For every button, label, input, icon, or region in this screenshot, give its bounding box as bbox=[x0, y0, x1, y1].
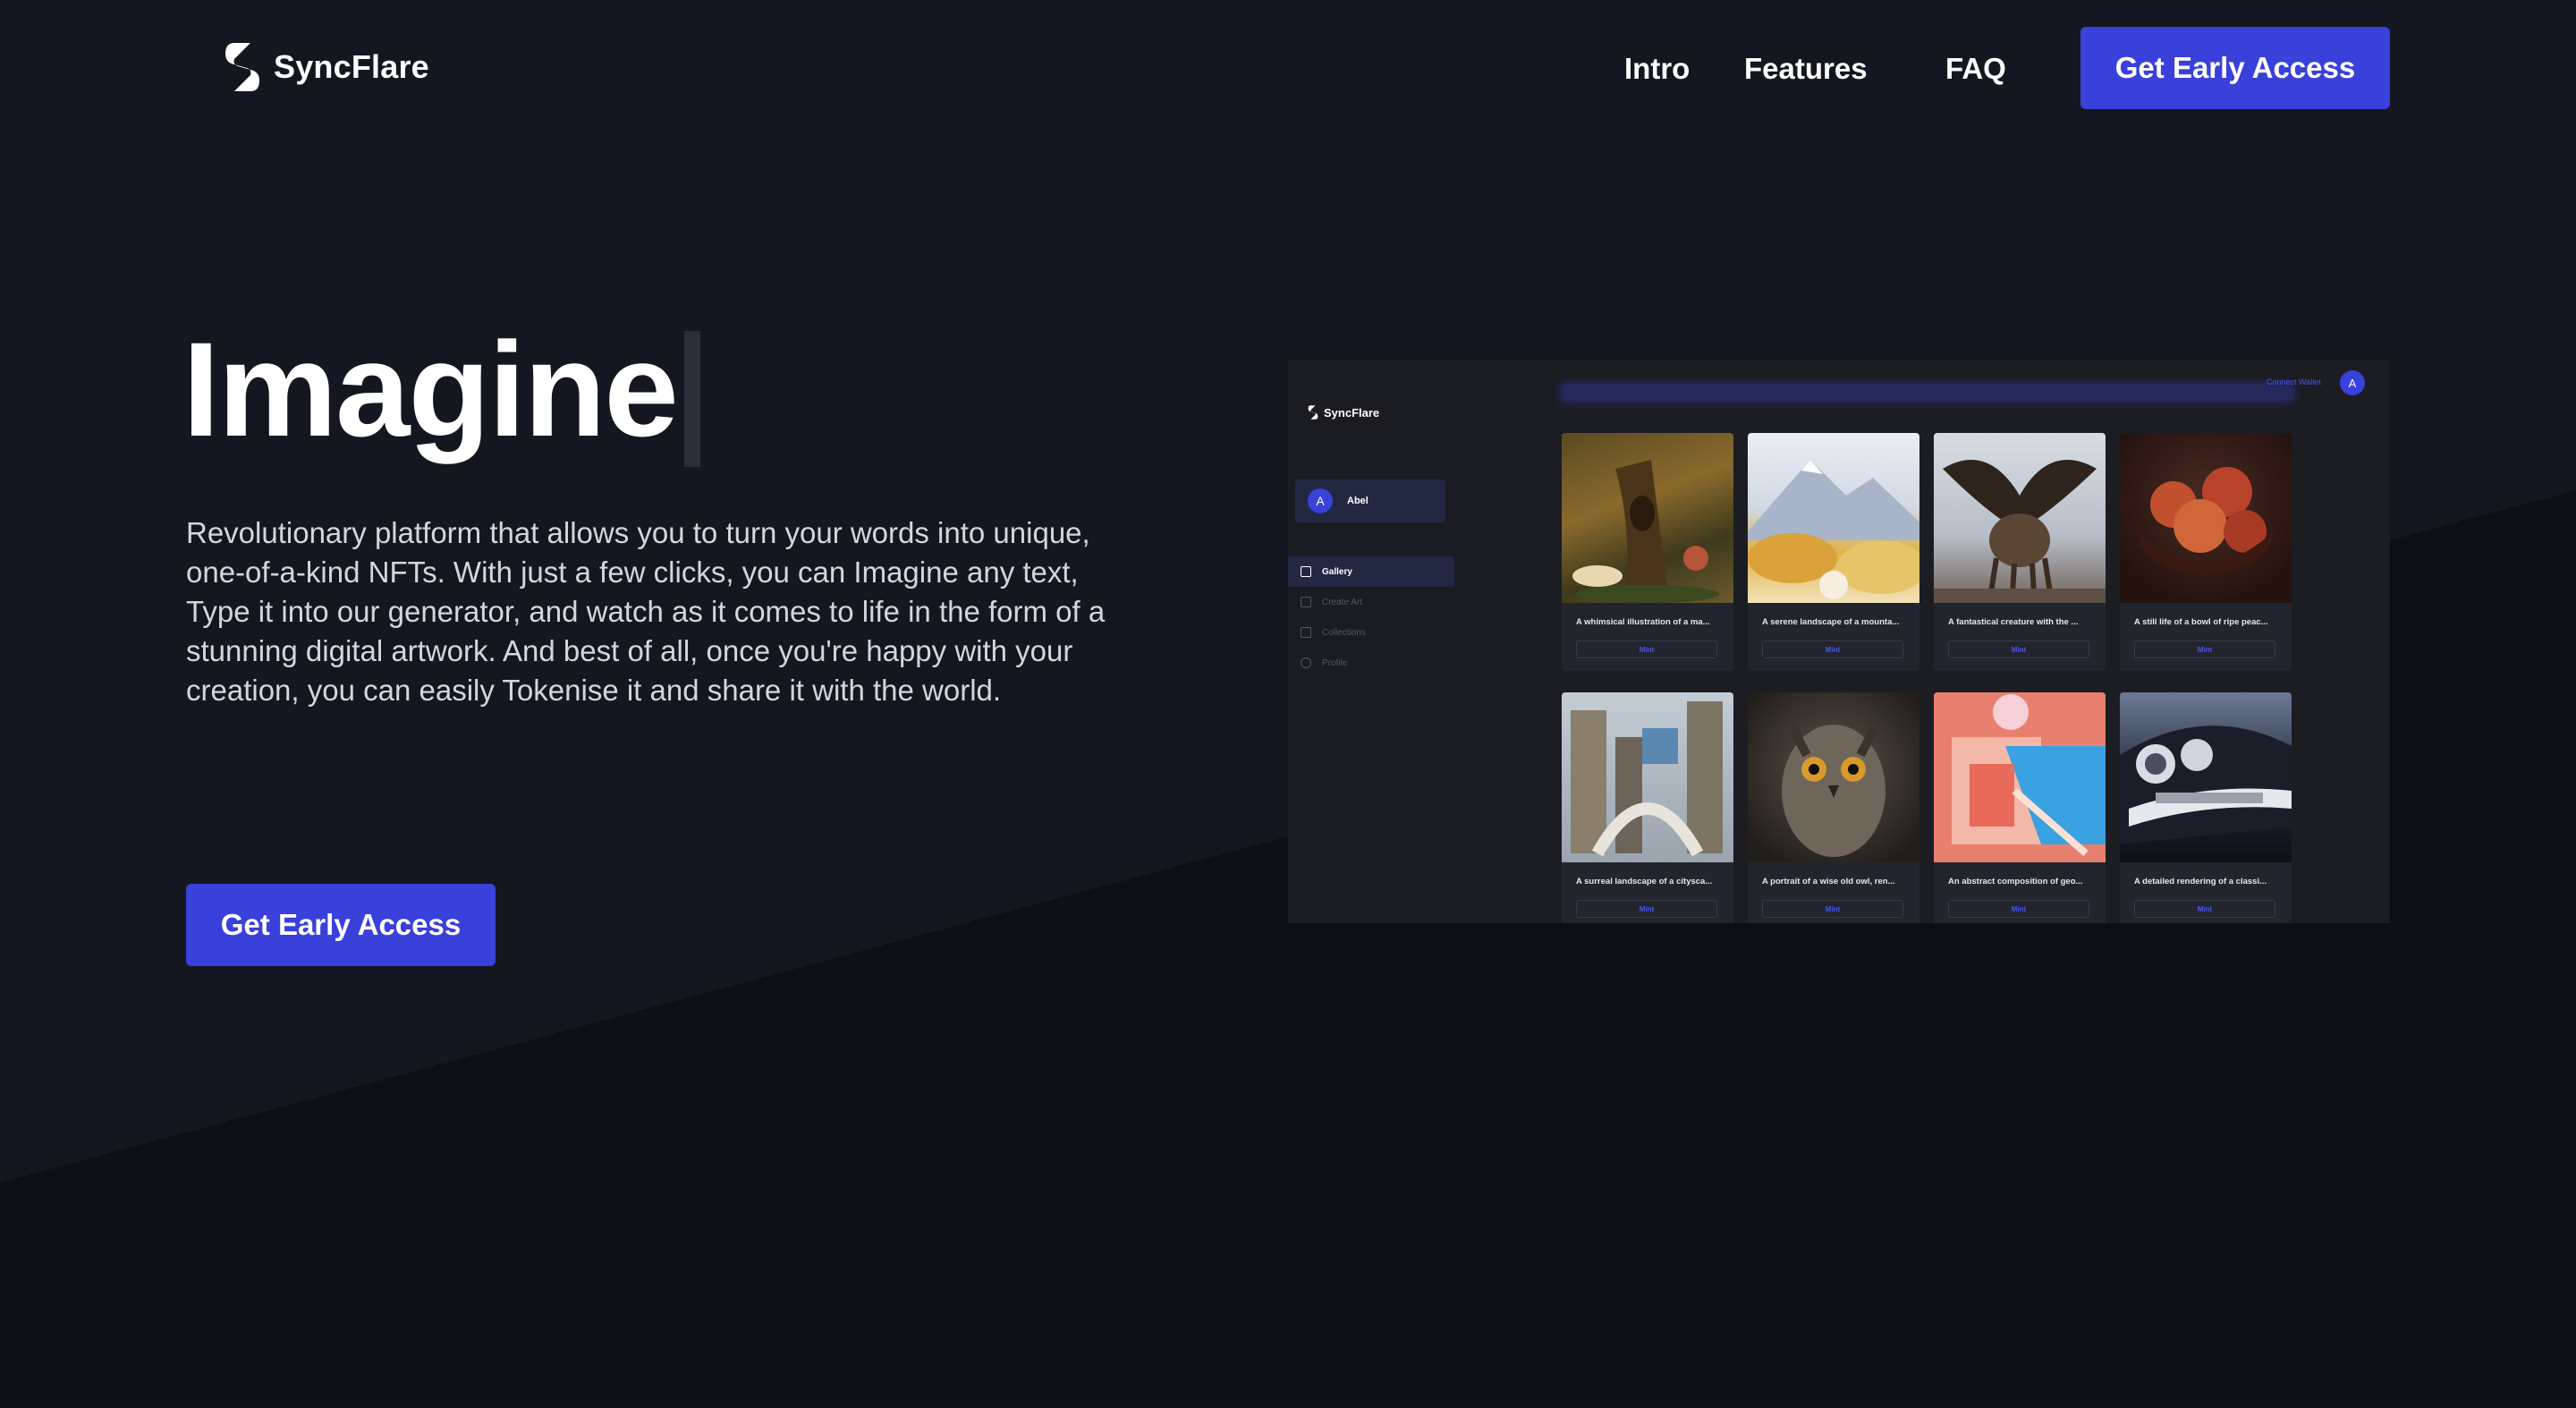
artwork-image bbox=[2120, 692, 2292, 862]
collection-icon bbox=[1301, 627, 1311, 638]
gallery-card[interactable]: A serene landscape of a mounta... Mint bbox=[1748, 433, 1919, 671]
card-caption: A detailed rendering of a classi... bbox=[2134, 877, 2267, 886]
image-icon bbox=[1301, 566, 1311, 577]
profile-icon bbox=[1301, 657, 1311, 668]
brand-logo[interactable]: SyncFlare bbox=[224, 41, 429, 93]
gallery-card[interactable]: A surreal landscape of a citysca... Mint bbox=[1562, 692, 1733, 923]
gallery-card[interactable]: A portrait of a wise old owl, ren... Min… bbox=[1748, 692, 1919, 923]
preview-sidebar: SyncFlare A Abel Gallery Create Art Coll… bbox=[1288, 360, 1458, 923]
artwork-image bbox=[2120, 433, 2292, 603]
artwork-image bbox=[1562, 692, 1733, 862]
mint-button[interactable]: Mint bbox=[1576, 900, 1717, 918]
card-caption: A portrait of a wise old owl, ren... bbox=[1762, 877, 1895, 886]
card-caption: A serene landscape of a mounta... bbox=[1762, 617, 1900, 627]
app-preview: SyncFlare A Abel Gallery Create Art Coll… bbox=[1288, 360, 2390, 923]
nav-features[interactable]: Features bbox=[1744, 52, 1868, 86]
gallery-card[interactable]: A fantastical creature with the ... Mint bbox=[1934, 433, 2106, 671]
artwork-image bbox=[1934, 433, 2106, 603]
card-caption: A whimsical illustration of a ma... bbox=[1576, 617, 1710, 627]
hero-headline-text: Imagine bbox=[182, 314, 679, 464]
artwork-image bbox=[1748, 433, 1919, 603]
artwork-image bbox=[1562, 433, 1733, 603]
card-caption: A fantastical creature with the ... bbox=[1948, 617, 2079, 627]
typing-caret bbox=[683, 331, 700, 467]
mint-button[interactable]: Mint bbox=[2134, 640, 2275, 658]
hero-headline: Imagine bbox=[182, 322, 700, 467]
card-caption: A surreal landscape of a citysca... bbox=[1576, 877, 1713, 886]
preview-brand-name: SyncFlare bbox=[1324, 405, 1380, 420]
preview-brand: SyncFlare bbox=[1308, 404, 1379, 420]
syncflare-logo-icon bbox=[225, 43, 259, 91]
hero-get-early-access-button[interactable]: Get Early Access bbox=[186, 884, 496, 966]
gallery-card[interactable]: An abstract composition of geo... Mint bbox=[1934, 692, 2106, 923]
hero-description: Revolutionary platform that allows you t… bbox=[186, 516, 1106, 707]
preview-user-name: Abel bbox=[1347, 496, 1368, 506]
create-icon bbox=[1301, 597, 1311, 607]
mint-button[interactable]: Mint bbox=[1762, 900, 1903, 918]
artwork-image bbox=[1748, 692, 1919, 862]
preview-user-card[interactable]: A Abel bbox=[1295, 479, 1445, 522]
gallery-card[interactable]: A detailed rendering of a classi... Mint bbox=[2120, 692, 2292, 923]
connect-wallet-link[interactable]: Connect Wallet bbox=[2267, 377, 2321, 386]
gallery-card[interactable]: A whimsical illustration of a ma... Mint bbox=[1562, 433, 1733, 671]
brand-name: SyncFlare bbox=[274, 48, 429, 85]
mint-button[interactable]: Mint bbox=[1762, 640, 1903, 658]
syncflare-logo-icon bbox=[1308, 405, 1318, 420]
card-caption: An abstract composition of geo... bbox=[1948, 877, 2083, 886]
gallery-grid: A whimsical illustration of a ma... Mint… bbox=[1562, 433, 2292, 923]
mint-button[interactable]: Mint bbox=[1576, 640, 1717, 658]
mint-button[interactable]: Mint bbox=[2134, 900, 2275, 918]
preview-search-bar[interactable] bbox=[1562, 385, 2293, 401]
sidebar-item-create-art[interactable]: Create Art bbox=[1288, 587, 1454, 617]
nav-intro[interactable]: Intro bbox=[1624, 52, 1690, 86]
avatar: A bbox=[1308, 488, 1333, 513]
sidebar-item-collections[interactable]: Collections bbox=[1288, 617, 1454, 648]
gallery-card[interactable]: A still life of a bowl of ripe peac... M… bbox=[2120, 433, 2292, 671]
sidebar-item-label: Profile bbox=[1322, 657, 1348, 668]
card-caption: A still life of a bowl of ripe peac... bbox=[2134, 617, 2268, 627]
nav-faq[interactable]: FAQ bbox=[1945, 52, 2006, 86]
mint-button[interactable]: Mint bbox=[1948, 900, 2089, 918]
sidebar-item-label: Gallery bbox=[1322, 566, 1352, 577]
sidebar-item-label: Create Art bbox=[1322, 597, 1363, 607]
sidebar-item-profile[interactable]: Profile bbox=[1288, 648, 1454, 678]
artwork-image bbox=[1934, 692, 2106, 862]
header-get-early-access-button[interactable]: Get Early Access bbox=[2080, 27, 2390, 109]
avatar[interactable]: A bbox=[2340, 370, 2365, 395]
sidebar-item-label: Collections bbox=[1322, 627, 1366, 638]
sidebar-item-gallery[interactable]: Gallery bbox=[1288, 556, 1454, 587]
mint-button[interactable]: Mint bbox=[1948, 640, 2089, 658]
preview-menu: Gallery Create Art Collections Profile bbox=[1288, 556, 1454, 678]
